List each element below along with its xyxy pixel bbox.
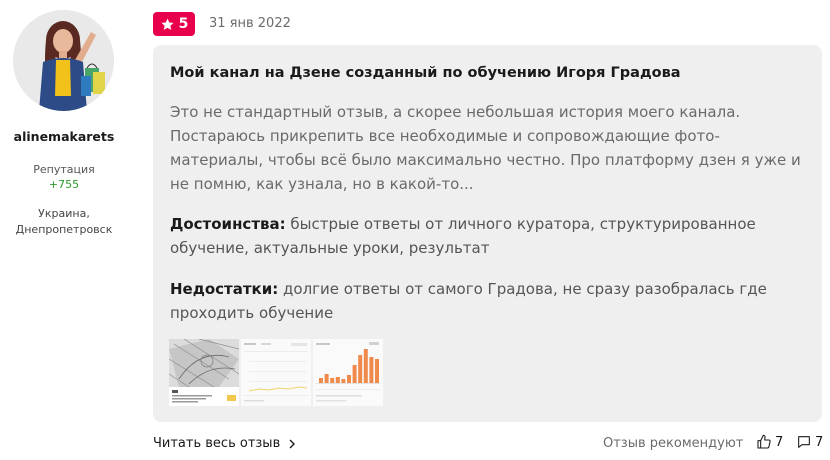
photo-image xyxy=(169,339,239,406)
like-button[interactable]: 7 xyxy=(756,434,783,450)
thumb-chart-bar xyxy=(358,355,363,383)
thumb-chart-bar xyxy=(347,375,351,383)
thumb-chart-bar xyxy=(324,374,329,383)
cons-label: Недостатки: xyxy=(170,280,279,298)
thumbs-up-icon xyxy=(757,434,771,449)
comments-button[interactable]: 7 xyxy=(796,434,823,450)
comment-icon xyxy=(798,436,810,448)
star-icon xyxy=(161,18,174,30)
rating-value: 5 xyxy=(178,16,189,32)
reputation-value: +755 xyxy=(48,178,80,191)
read-full-review-link[interactable]: Читать весь отзыв xyxy=(153,436,296,451)
photo-gallery xyxy=(169,339,383,406)
location-country: Украина, xyxy=(38,207,90,220)
photo-image xyxy=(241,339,311,406)
thumb-chart-bar xyxy=(363,349,368,383)
photo-thumbnail[interactable] xyxy=(241,339,311,406)
location-city: Днепропетровск xyxy=(15,223,113,236)
author-username[interactable]: alinemakarets xyxy=(0,129,128,144)
review-date: 31 янв 2022 xyxy=(209,16,291,31)
thumb-chart-bar xyxy=(335,377,340,383)
review-title[interactable]: Мой канал на Дзене созданный по обучению… xyxy=(170,65,810,81)
photo-image xyxy=(313,339,383,406)
comments-count: 7 xyxy=(815,434,824,450)
avatar[interactable] xyxy=(13,10,114,111)
read-more-label: Читать весь отзыв xyxy=(153,436,281,451)
review-card: Мой канал на Дзене созданный по обучению… xyxy=(153,45,822,422)
recommend-label: Отзыв рекомендуют xyxy=(603,436,744,451)
thumb-chart-bar xyxy=(330,378,335,383)
thumb-chart-bar xyxy=(375,359,379,383)
rating-badge: 5 xyxy=(153,12,195,36)
avatar-image xyxy=(13,10,114,111)
photo-thumbnail[interactable] xyxy=(169,339,239,406)
review-cons: Недостатки: долгие ответы от самого Град… xyxy=(170,277,810,325)
pros-label: Достоинства: xyxy=(170,215,286,233)
thumb-chart-bar xyxy=(341,379,346,383)
photo-thumbnail[interactable] xyxy=(313,339,383,406)
likes-count: 7 xyxy=(775,434,784,450)
thumb-chart-bar xyxy=(319,378,323,383)
reputation-label: Репутация xyxy=(33,163,95,176)
thumb-chart-bar xyxy=(369,357,374,383)
chevron-right-icon xyxy=(289,439,296,448)
review-body: Это не стандартный отзыв, а скорее небол… xyxy=(170,103,801,193)
review-pros: Достоинства: быстрые ответы от личного к… xyxy=(170,212,810,260)
thumb-chart-bar xyxy=(352,365,357,383)
